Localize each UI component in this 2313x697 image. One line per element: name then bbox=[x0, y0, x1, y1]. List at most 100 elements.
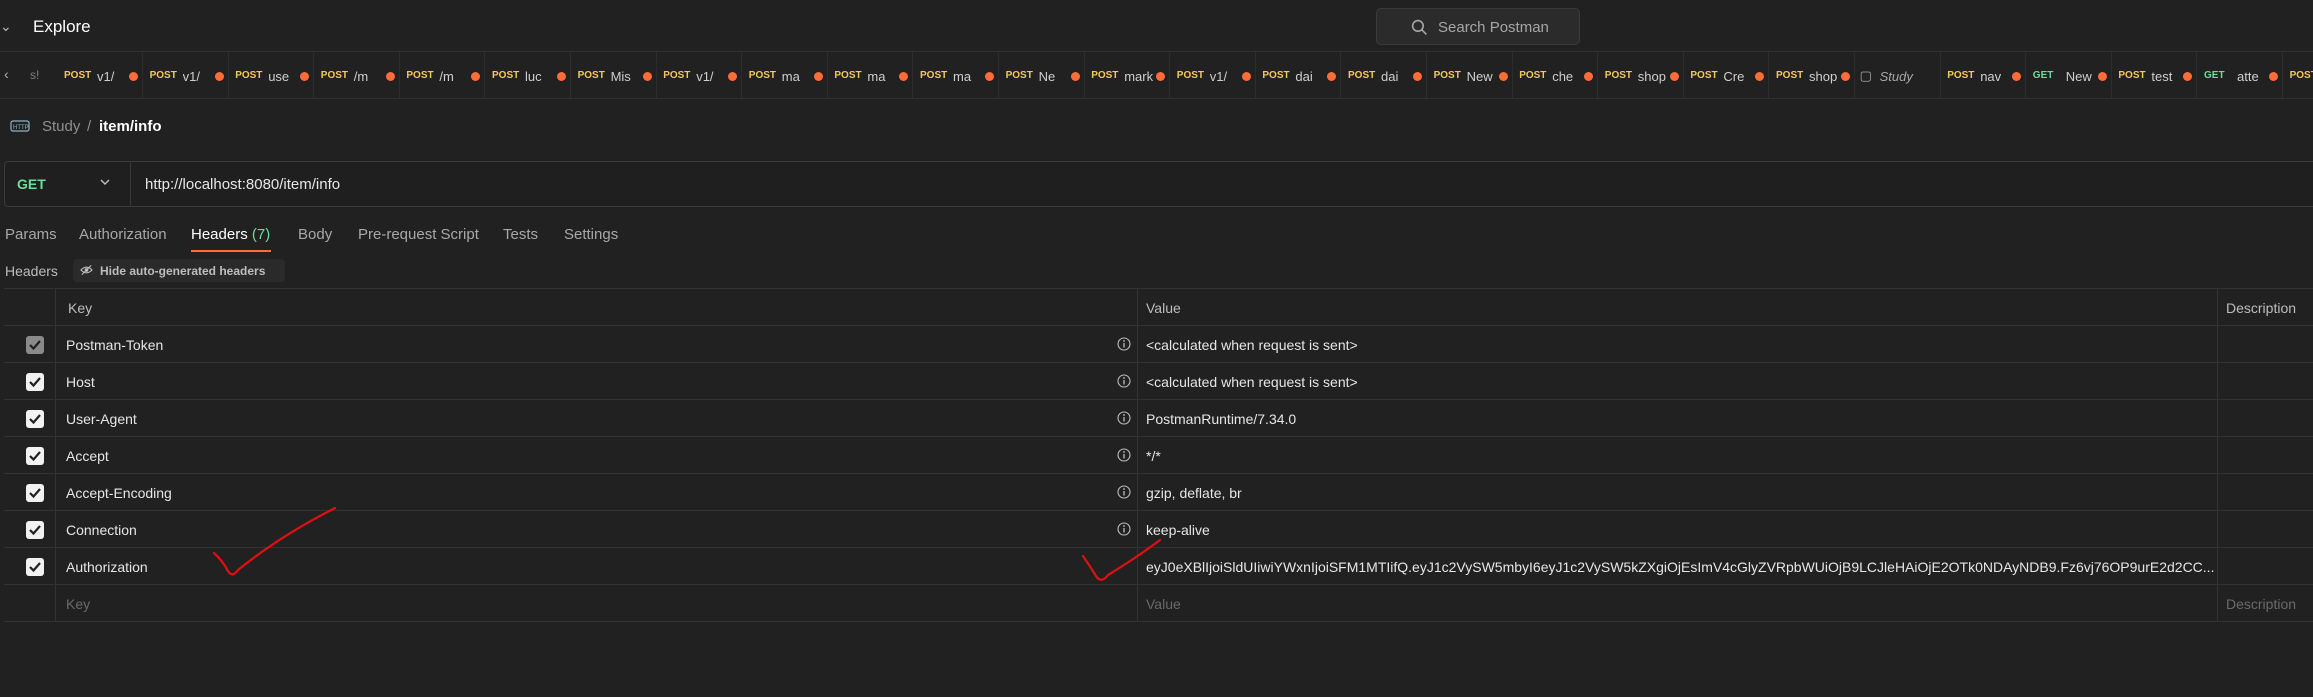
info-icon[interactable] bbox=[1117, 374, 1131, 388]
unsaved-dot-icon bbox=[1841, 72, 1850, 81]
request-tab[interactable]: POST Mis bbox=[572, 52, 657, 98]
hide-auto-headers-button[interactable]: Hide auto-generated headers bbox=[73, 259, 285, 282]
tab-settings[interactable]: Settings bbox=[564, 226, 618, 243]
tab-method: POST bbox=[748, 70, 777, 81]
table-row: User-Agent PostmanRuntime/7.34.0 bbox=[4, 400, 2313, 437]
request-tab[interactable]: POST Ne bbox=[1000, 52, 1085, 98]
request-tab[interactable]: POST nav bbox=[1941, 52, 2027, 98]
request-tab[interactable]: POST ma bbox=[743, 52, 828, 98]
tab-body[interactable]: Body bbox=[298, 226, 332, 243]
breadcrumb-collection[interactable]: Study bbox=[42, 118, 80, 135]
tab-params[interactable]: Params bbox=[5, 226, 57, 243]
header-key-cell[interactable]: User-Agent bbox=[56, 400, 1138, 436]
header-value: gzip, deflate, br bbox=[1146, 485, 1242, 501]
header-enabled-checkbox[interactable] bbox=[26, 558, 44, 576]
request-tab[interactable]: POST che bbox=[1513, 52, 1599, 98]
header-description-cell[interactable] bbox=[2218, 437, 2313, 473]
header-description-cell[interactable] bbox=[2218, 474, 2313, 510]
header-key-cell[interactable]: Postman-Token bbox=[56, 326, 1138, 362]
info-icon[interactable] bbox=[1117, 522, 1131, 536]
new-value-input[interactable]: Value bbox=[1138, 585, 2218, 621]
tab-headers[interactable]: Headers (7) bbox=[191, 226, 270, 243]
request-tab[interactable]: POST dai bbox=[1342, 52, 1427, 98]
header-value-cell[interactable]: PostmanRuntime/7.34.0 bbox=[1138, 400, 2218, 436]
request-tab[interactable]: POST test bbox=[2112, 52, 2198, 98]
header-description-cell[interactable] bbox=[2218, 548, 2313, 584]
active-tab-indicator bbox=[191, 250, 271, 252]
header-value-cell[interactable]: keep-alive bbox=[1138, 511, 2218, 547]
row-check-cell bbox=[4, 363, 56, 399]
header-value-cell[interactable]: <calculated when request is sent> bbox=[1138, 363, 2218, 399]
header-enabled-checkbox[interactable] bbox=[26, 410, 44, 428]
header-value-cell[interactable]: eyJ0eXBlIjoiSldUIiwiYWxnIjoiSFM1MTIifQ.e… bbox=[1138, 548, 2218, 584]
request-tab[interactable]: POST use bbox=[229, 52, 315, 98]
header-key-cell[interactable]: Accept bbox=[56, 437, 1138, 473]
request-tab[interactable]: POST v1/ bbox=[1171, 52, 1256, 98]
info-icon[interactable] bbox=[1117, 337, 1131, 351]
breadcrumb-request[interactable]: item/info bbox=[99, 118, 162, 135]
request-tab[interactable]: POST mark bbox=[1085, 52, 1171, 98]
info-icon[interactable] bbox=[1117, 485, 1131, 499]
chevron-down-icon[interactable]: ⌄ bbox=[0, 18, 12, 35]
header-key-cell[interactable]: Accept-Encoding bbox=[56, 474, 1138, 510]
request-tab[interactable]: POST/m bbox=[315, 52, 400, 98]
row-check-cell bbox=[4, 437, 56, 473]
new-description-input[interactable]: Description bbox=[2218, 585, 2313, 621]
info-icon[interactable] bbox=[1117, 448, 1131, 462]
request-tab[interactable]: POST New bbox=[1428, 52, 1513, 98]
tab-name: v1/ bbox=[182, 69, 200, 84]
tab-method: POST bbox=[2289, 70, 2313, 81]
request-tab[interactable]: POST luc bbox=[486, 52, 571, 98]
check-icon bbox=[29, 525, 41, 536]
header-enabled-checkbox[interactable] bbox=[26, 521, 44, 539]
header-description-cell[interactable] bbox=[2218, 363, 2313, 399]
request-tab[interactable]: POST dai bbox=[1256, 52, 1342, 98]
new-header-row: Key Value Description bbox=[4, 585, 2313, 622]
tab-name: ma bbox=[953, 69, 972, 84]
unsaved-dot-icon bbox=[2269, 72, 2278, 81]
search-input[interactable]: Search Postman bbox=[1376, 8, 1580, 45]
header-value-cell[interactable]: <calculated when request is sent> bbox=[1138, 326, 2218, 362]
method-select[interactable]: GET bbox=[5, 162, 131, 206]
unsaved-dot-icon bbox=[2097, 72, 2107, 81]
unsaved-dot-icon bbox=[1241, 72, 1251, 81]
workspace-title[interactable]: Explore bbox=[33, 17, 91, 37]
tab-method: POST bbox=[1604, 70, 1633, 81]
request-tab[interactable]: POST v1/ bbox=[58, 52, 143, 98]
header-value-cell[interactable]: */* bbox=[1138, 437, 2218, 473]
scroll-left-icon[interactable]: ‹ bbox=[4, 66, 9, 82]
request-tab[interactable]: GET New bbox=[2027, 52, 2112, 98]
request-tab[interactable]: POST ma bbox=[828, 52, 914, 98]
info-icon[interactable] bbox=[1117, 411, 1131, 425]
request-tab[interactable]: ▢ Study bbox=[1856, 52, 1941, 98]
tab-tests[interactable]: Tests bbox=[503, 226, 538, 243]
request-tab[interactable]: POST/m bbox=[400, 52, 486, 98]
request-tab[interactable]: POST v1/ bbox=[657, 52, 743, 98]
unsaved-dot-icon bbox=[385, 72, 395, 81]
header-value-cell[interactable]: gzip, deflate, br bbox=[1138, 474, 2218, 510]
request-tab[interactable]: POST ma bbox=[914, 52, 999, 98]
tab-authorization[interactable]: Authorization bbox=[79, 226, 167, 243]
header-description-cell[interactable] bbox=[2218, 400, 2313, 436]
header-enabled-checkbox[interactable] bbox=[26, 373, 44, 391]
header-enabled-checkbox[interactable] bbox=[26, 336, 44, 354]
new-key-input[interactable]: Key bbox=[56, 585, 1138, 621]
header-key-cell[interactable]: Authorization bbox=[56, 548, 1138, 584]
request-tab[interactable]: POST shop bbox=[1770, 52, 1855, 98]
header-enabled-checkbox[interactable] bbox=[26, 447, 44, 465]
column-header-key: Key bbox=[56, 289, 1138, 325]
header-enabled-checkbox[interactable] bbox=[26, 484, 44, 502]
header-description-cell[interactable] bbox=[2218, 326, 2313, 362]
header-description-cell[interactable] bbox=[2218, 511, 2313, 547]
request-tab[interactable]: POST bbox=[2284, 52, 2313, 98]
request-tab[interactable]: POST v1/ bbox=[144, 52, 229, 98]
tab-prerequest-script[interactable]: Pre-request Script bbox=[358, 226, 479, 243]
header-key-cell[interactable]: Host bbox=[56, 363, 1138, 399]
header-key-cell[interactable]: Connection bbox=[56, 511, 1138, 547]
header-key: Postman-Token bbox=[66, 337, 164, 353]
request-tab[interactable]: GET atte bbox=[2198, 52, 2283, 98]
request-tab[interactable]: POST Cre bbox=[1684, 52, 1770, 98]
url-input[interactable]: http://localhost:8080/item/info bbox=[145, 176, 340, 193]
request-tab[interactable]: POST shop bbox=[1599, 52, 1684, 98]
tab-method: POST bbox=[492, 70, 520, 81]
